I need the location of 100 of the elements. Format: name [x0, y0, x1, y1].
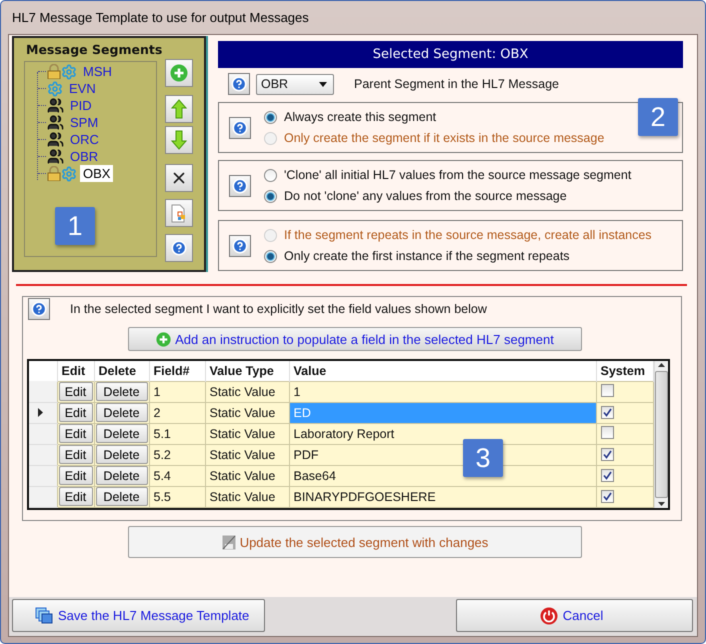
radio-button[interactable] [264, 168, 277, 182]
gear-icon [47, 80, 63, 96]
table-cell: BINARYPDFGOESHERE [289, 486, 596, 507]
table-cell: Static Value [205, 465, 289, 486]
delete-button[interactable]: Delete [96, 424, 148, 443]
table-cell: 5.1 [149, 423, 205, 444]
selected-segment-header: Selected Segment: OBX [218, 41, 683, 68]
panel-title: Message Segments [26, 42, 164, 57]
help-button[interactable] [228, 73, 250, 95]
copy-button[interactable] [165, 199, 193, 227]
save-icon [35, 607, 53, 624]
tree-item[interactable]: MSH [80, 63, 115, 80]
column-header: Field# [149, 361, 205, 381]
table-cell: 5.2 [149, 444, 205, 465]
option-label: Only create the segment if it exists in the source message [284, 131, 604, 145]
tree-item[interactable]: OBR [67, 148, 102, 165]
save-icon [222, 534, 236, 550]
save-template-button[interactable]: Save the HL7 Message Template [12, 599, 265, 632]
edit-button[interactable]: Edit [58, 424, 92, 443]
check-icon [602, 470, 612, 480]
delete-button[interactable]: Delete [96, 403, 148, 422]
arrow-down-icon [171, 130, 187, 150]
column-header: Delete [94, 361, 149, 381]
column-header: Edit [57, 361, 94, 381]
help-icon [231, 76, 247, 92]
caret-icon [319, 82, 327, 86]
tree-item[interactable]: ORC [67, 131, 102, 148]
callout-badge: 1 [55, 207, 95, 245]
cancel-button[interactable]: Cancel [456, 599, 693, 632]
edit-button[interactable]: Edit [58, 466, 92, 485]
delete-button[interactable]: Delete [96, 382, 148, 401]
radio-button[interactable] [264, 110, 277, 124]
move-down-button[interactable] [165, 126, 193, 154]
table-cell: Static Value [205, 423, 289, 444]
option-label: 'Clone' all initial HL7 values from the source message segment [284, 168, 632, 182]
column-header: System [596, 361, 653, 381]
help-button[interactable] [28, 298, 50, 320]
add-button[interactable] [165, 59, 193, 87]
option-label: Only create the first instance if the segment repeats [284, 249, 570, 263]
lock-icon [47, 64, 61, 79]
scrollbar[interactable] [654, 361, 668, 508]
table-cell: 1 [149, 381, 205, 402]
people-icon [47, 114, 64, 131]
scroll-down-icon[interactable] [658, 502, 665, 506]
tree-item[interactable]: EVN [66, 80, 99, 97]
help-icon [232, 178, 248, 194]
table-cell: 1 [289, 381, 596, 402]
instruction-text: In the selected segment I want to explicitly set the field values shown below [70, 302, 487, 316]
option-label: Do not 'clone' any values from the source message [284, 189, 567, 203]
document-icon [170, 204, 188, 222]
gear-icon [61, 64, 77, 80]
edit-button[interactable]: Edit [58, 382, 92, 401]
table-cell: Static Value [205, 486, 289, 507]
radio-button[interactable] [264, 250, 277, 262]
window-title: HL7 Message Template to use for output Messages [12, 10, 309, 25]
table-cell: Static Value [205, 444, 289, 465]
column-header: Value [289, 361, 596, 381]
edit-button[interactable]: Edit [58, 445, 92, 464]
table-cell: 5.5 [149, 486, 205, 507]
help-icon [171, 240, 187, 256]
help-button[interactable] [229, 174, 251, 196]
help-icon [232, 238, 248, 254]
edit-button[interactable]: Edit [58, 487, 92, 506]
edit-button[interactable]: Edit [58, 403, 92, 422]
scroll-up-icon[interactable] [658, 363, 665, 367]
radio-button[interactable] [264, 190, 277, 202]
delete-button[interactable]: Delete [96, 445, 148, 464]
callout-badge: 3 [463, 439, 503, 477]
table-cell: ED [289, 402, 596, 423]
gear-icon [61, 166, 77, 182]
add-instruction-button[interactable]: Add an instruction to populate a field in the selected HL7 segment [128, 327, 582, 351]
system-checkbox[interactable] [600, 490, 614, 502]
tree-item[interactable]: SPM [67, 114, 102, 131]
check-icon [602, 408, 612, 416]
lock-icon [47, 166, 61, 181]
system-checkbox[interactable] [600, 426, 614, 438]
delete-button[interactable] [165, 164, 193, 192]
parent-segment-dropdown[interactable]: OBR [256, 74, 334, 94]
move-up-button[interactable] [165, 95, 193, 123]
table-cell: Laboratory Report [289, 423, 596, 444]
arrow-up-icon [171, 99, 187, 119]
tree-item[interactable]: PID [67, 97, 95, 114]
parent-segment-label: Parent Segment in the HL7 Message [354, 77, 559, 91]
callout-badge: 2 [638, 98, 678, 136]
help-icon [232, 120, 248, 136]
plus-icon [156, 332, 172, 346]
help-button[interactable] [229, 116, 251, 138]
row-pointer-icon [38, 408, 43, 417]
system-checkbox[interactable] [600, 468, 614, 482]
system-checkbox[interactable] [600, 448, 614, 460]
help-button[interactable] [229, 234, 251, 256]
tree-item[interactable]: OBX [80, 165, 114, 182]
system-checkbox[interactable] [600, 406, 614, 418]
delete-button[interactable]: Delete [96, 487, 148, 506]
check-icon [602, 492, 612, 500]
table-cell: 5.4 [149, 465, 205, 486]
delete-button[interactable]: Delete [96, 466, 148, 485]
help-icon [31, 301, 47, 317]
help-button[interactable] [165, 234, 193, 262]
system-checkbox[interactable] [600, 384, 614, 396]
